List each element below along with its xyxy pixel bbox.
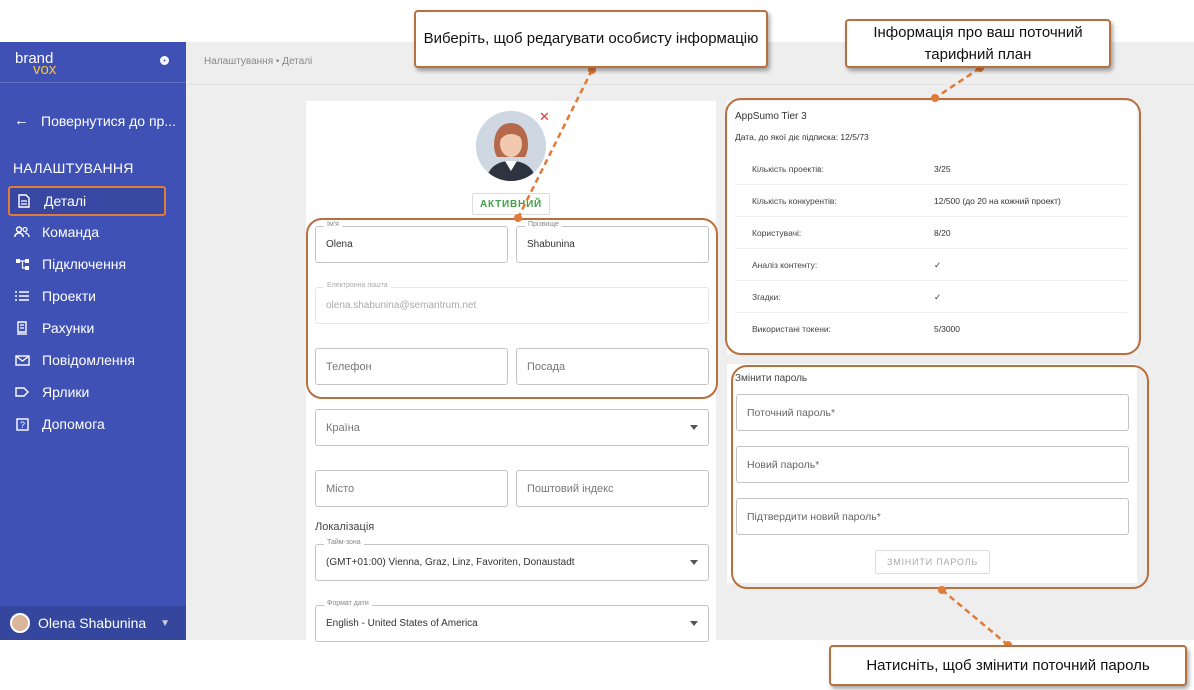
plan-row: Аналіз контенту: ✓: [735, 249, 1127, 281]
avatar: [10, 613, 30, 633]
plan-row: Використані токени: 5/3000: [752, 324, 960, 334]
change-password-card: Змінити пароль Поточний пароль* Новий па…: [727, 364, 1137, 583]
breadcrumb: Налаштування • Деталі: [204, 56, 313, 67]
dropdown-arrow-icon: [690, 425, 698, 430]
timezone-select[interactable]: Тайм-зона (GMT+01:00) Vienna, Graz, Linz…: [315, 539, 709, 581]
main-content: Налаштування • Деталі ✕ АКТИВНИЙ Ім'я Ol…: [186, 42, 1194, 642]
list-icon: [14, 288, 30, 304]
date-format-select[interactable]: Формат дати English - United States of A…: [315, 600, 709, 642]
profile-card: ✕ АКТИВНИЙ Ім'я Olena Прізвище Shabunina…: [306, 101, 716, 642]
country-select[interactable]: Країна: [315, 409, 709, 446]
sidebar-item-details[interactable]: Деталі: [8, 186, 166, 216]
localization-title: Локалізація: [315, 521, 375, 533]
callout-change-password: Натисніть, щоб змінити поточний пароль: [829, 645, 1187, 686]
check-icon: ✓: [934, 260, 942, 270]
plan-row: Кількість проектів: 3/25: [735, 153, 1127, 185]
check-icon: ✓: [934, 292, 942, 302]
city-field[interactable]: Місто: [315, 470, 508, 507]
plan-row: Користувачі: 8/20: [735, 217, 1127, 249]
plan-name: AppSumo Tier 3: [735, 111, 807, 122]
breadcrumb-divider: [186, 84, 1194, 85]
sidebar: brand vox ← Повернутися до пр... НАЛАШТУ…: [0, 42, 186, 640]
callout-personal-info: Виберіть, щоб редагувати особисту інформ…: [414, 10, 768, 68]
dropdown-arrow-icon: [690, 621, 698, 626]
brand-logo[interactable]: brand vox: [15, 50, 75, 78]
mail-icon: [14, 352, 30, 368]
email-field: Електронна пошта olena.shabunina@semantr…: [315, 282, 709, 324]
help-icon: ?: [14, 416, 30, 432]
callout-plan-info: Інформація про ваш поточний тарифний пла…: [845, 19, 1111, 68]
profile-photo[interactable]: [476, 111, 546, 181]
sidebar-item-labels[interactable]: Ярлики: [8, 377, 166, 407]
team-icon: [14, 224, 30, 240]
confirm-password-input[interactable]: Підтвердити новий пароль*: [736, 498, 1129, 535]
svg-text:?: ?: [19, 420, 24, 430]
phone-field[interactable]: Телефон: [315, 348, 508, 385]
dropdown-arrow-icon: [690, 560, 698, 565]
plan-card: AppSumo Tier 3 Дата, до якої діє підписк…: [727, 101, 1137, 354]
sidebar-item-connections[interactable]: Підключення: [8, 249, 166, 279]
last-name-field[interactable]: Прізвище Shabunina: [516, 221, 709, 263]
zip-field[interactable]: Поштовий індекс: [516, 470, 709, 507]
plan-expiry: Дата, до якої діє підписка: 12/5/73: [735, 132, 869, 142]
change-password-title: Змінити пароль: [735, 373, 808, 384]
label-icon: [14, 384, 30, 400]
chevron-down-icon: ▼: [160, 617, 170, 629]
sidebar-item-notifications[interactable]: Повідомлення: [8, 345, 166, 375]
sidebar-section-title: НАЛАШТУВАННЯ: [13, 160, 134, 176]
status-badge: АКТИВНИЙ: [472, 193, 550, 215]
sidebar-item-projects[interactable]: Проекти: [8, 281, 166, 311]
document-icon: [16, 193, 32, 209]
arrow-left-icon: ←: [14, 112, 29, 129]
position-field[interactable]: Посада: [516, 348, 709, 385]
first-name-field[interactable]: Ім'я Olena: [315, 221, 508, 263]
current-password-input[interactable]: Поточний пароль*: [736, 394, 1129, 431]
plan-row: Кількість конкурентів: 12/500 (до 20 на …: [735, 185, 1127, 217]
plan-row: Згадки: ✓: [735, 281, 1127, 313]
back-to-projects-link[interactable]: ← Повернутися до пр...: [14, 112, 176, 129]
user-menu[interactable]: Olena Shabunina ▼: [0, 606, 186, 640]
sidebar-divider: [0, 82, 186, 83]
sidebar-item-invoices[interactable]: Рахунки: [8, 313, 166, 343]
invoice-icon: [14, 320, 30, 336]
sidebar-item-team[interactable]: Команда: [8, 217, 166, 247]
remove-photo-icon[interactable]: ✕: [539, 109, 550, 125]
sidebar-item-help[interactable]: ? Допомога: [8, 409, 166, 439]
connection-icon: [14, 256, 30, 272]
change-password-button[interactable]: ЗМІНИТИ ПАРОЛЬ: [875, 550, 990, 574]
new-password-input[interactable]: Новий пароль*: [736, 446, 1129, 483]
sidebar-toggle-icon[interactable]: [160, 56, 169, 65]
